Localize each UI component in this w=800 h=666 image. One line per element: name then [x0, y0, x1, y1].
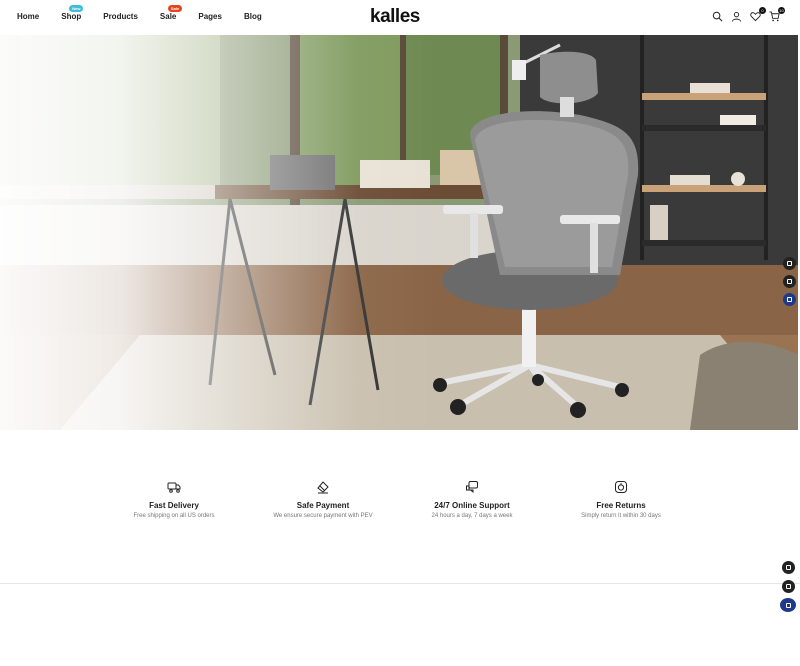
main-nav: Home Shop New Products Sale Sale Pages Blo…	[17, 5, 284, 21]
truck-icon	[167, 480, 181, 494]
nav-shop-label: Shop	[61, 12, 82, 21]
feature-desc: Free shipping on all US orders	[133, 513, 215, 519]
bot-icon	[787, 297, 792, 302]
header-actions: 0 10	[712, 7, 785, 22]
nav-blog-label: Blog	[243, 12, 262, 21]
feature-desc: Simply return it within 30 days	[581, 513, 661, 519]
nav-sale[interactable]: Sale Sale	[159, 5, 183, 21]
section-divider	[0, 583, 800, 584]
search-icon[interactable]	[712, 11, 723, 22]
hero-banner[interactable]	[0, 35, 798, 430]
nav-shop[interactable]: Shop New	[61, 5, 84, 21]
assistant-icon	[785, 602, 791, 608]
accessibility-icon	[786, 565, 791, 570]
accessibility-button[interactable]	[782, 561, 795, 574]
nav-home[interactable]: Home	[17, 12, 39, 21]
wishlist-heart-icon[interactable]: 0	[750, 7, 766, 22]
cart-icon[interactable]: 10	[769, 7, 785, 22]
qr-icon	[787, 279, 792, 284]
qr-code-button[interactable]	[782, 580, 795, 593]
qr-code-icon	[786, 584, 791, 589]
feature-desc: We ensure secure payment with PEV	[273, 513, 373, 519]
wishlist-count: 0	[759, 7, 766, 14]
site-logo[interactable]: kalles	[370, 6, 420, 28]
site-header: Home Shop New Products Sale Sale Pages Blo…	[0, 0, 800, 35]
qr-tool-button[interactable]	[783, 275, 796, 288]
nav-pages[interactable]: Pages	[198, 12, 222, 21]
feature-online-support: 24/7 Online Support 24 hours a day, 7 da…	[397, 480, 547, 519]
nav-blog[interactable]: Blog	[244, 12, 262, 21]
nav-pages-label: Pages	[198, 12, 222, 21]
assistant-button[interactable]	[780, 598, 796, 612]
returns-icon	[614, 480, 628, 494]
nav-sale-label: Sale	[159, 12, 177, 21]
nav-products-label: Products	[103, 12, 138, 21]
feature-desc: 24 hours a day, 7 days a week	[431, 513, 513, 519]
new-badge: New	[69, 5, 84, 12]
nav-home-label: Home	[17, 12, 40, 21]
chat-bot-button[interactable]	[783, 293, 796, 306]
feature-title: Free Returns	[596, 501, 646, 510]
hero-fade-overlay	[0, 35, 798, 430]
feature-title: 24/7 Online Support	[434, 501, 510, 510]
feature-title: Safe Payment	[296, 501, 350, 510]
features-section: Fast Delivery Free shipping on all US or…	[0, 480, 800, 540]
feature-title: Fast Delivery	[149, 501, 199, 510]
feature-fast-delivery: Fast Delivery Free shipping on all US or…	[99, 480, 249, 519]
feature-free-returns: Free Returns Simply return it within 30 …	[546, 480, 696, 519]
feature-safe-payment: Safe Payment We ensure secure payment wi…	[248, 480, 398, 519]
zoom-icon	[787, 261, 792, 266]
payment-icon	[316, 480, 330, 494]
zoom-tool-button[interactable]	[783, 257, 796, 270]
user-icon[interactable]	[731, 11, 742, 22]
cart-count: 10	[778, 7, 785, 14]
sale-badge: Sale	[167, 5, 183, 12]
support-icon	[465, 480, 479, 494]
nav-products[interactable]: Products	[103, 12, 138, 21]
